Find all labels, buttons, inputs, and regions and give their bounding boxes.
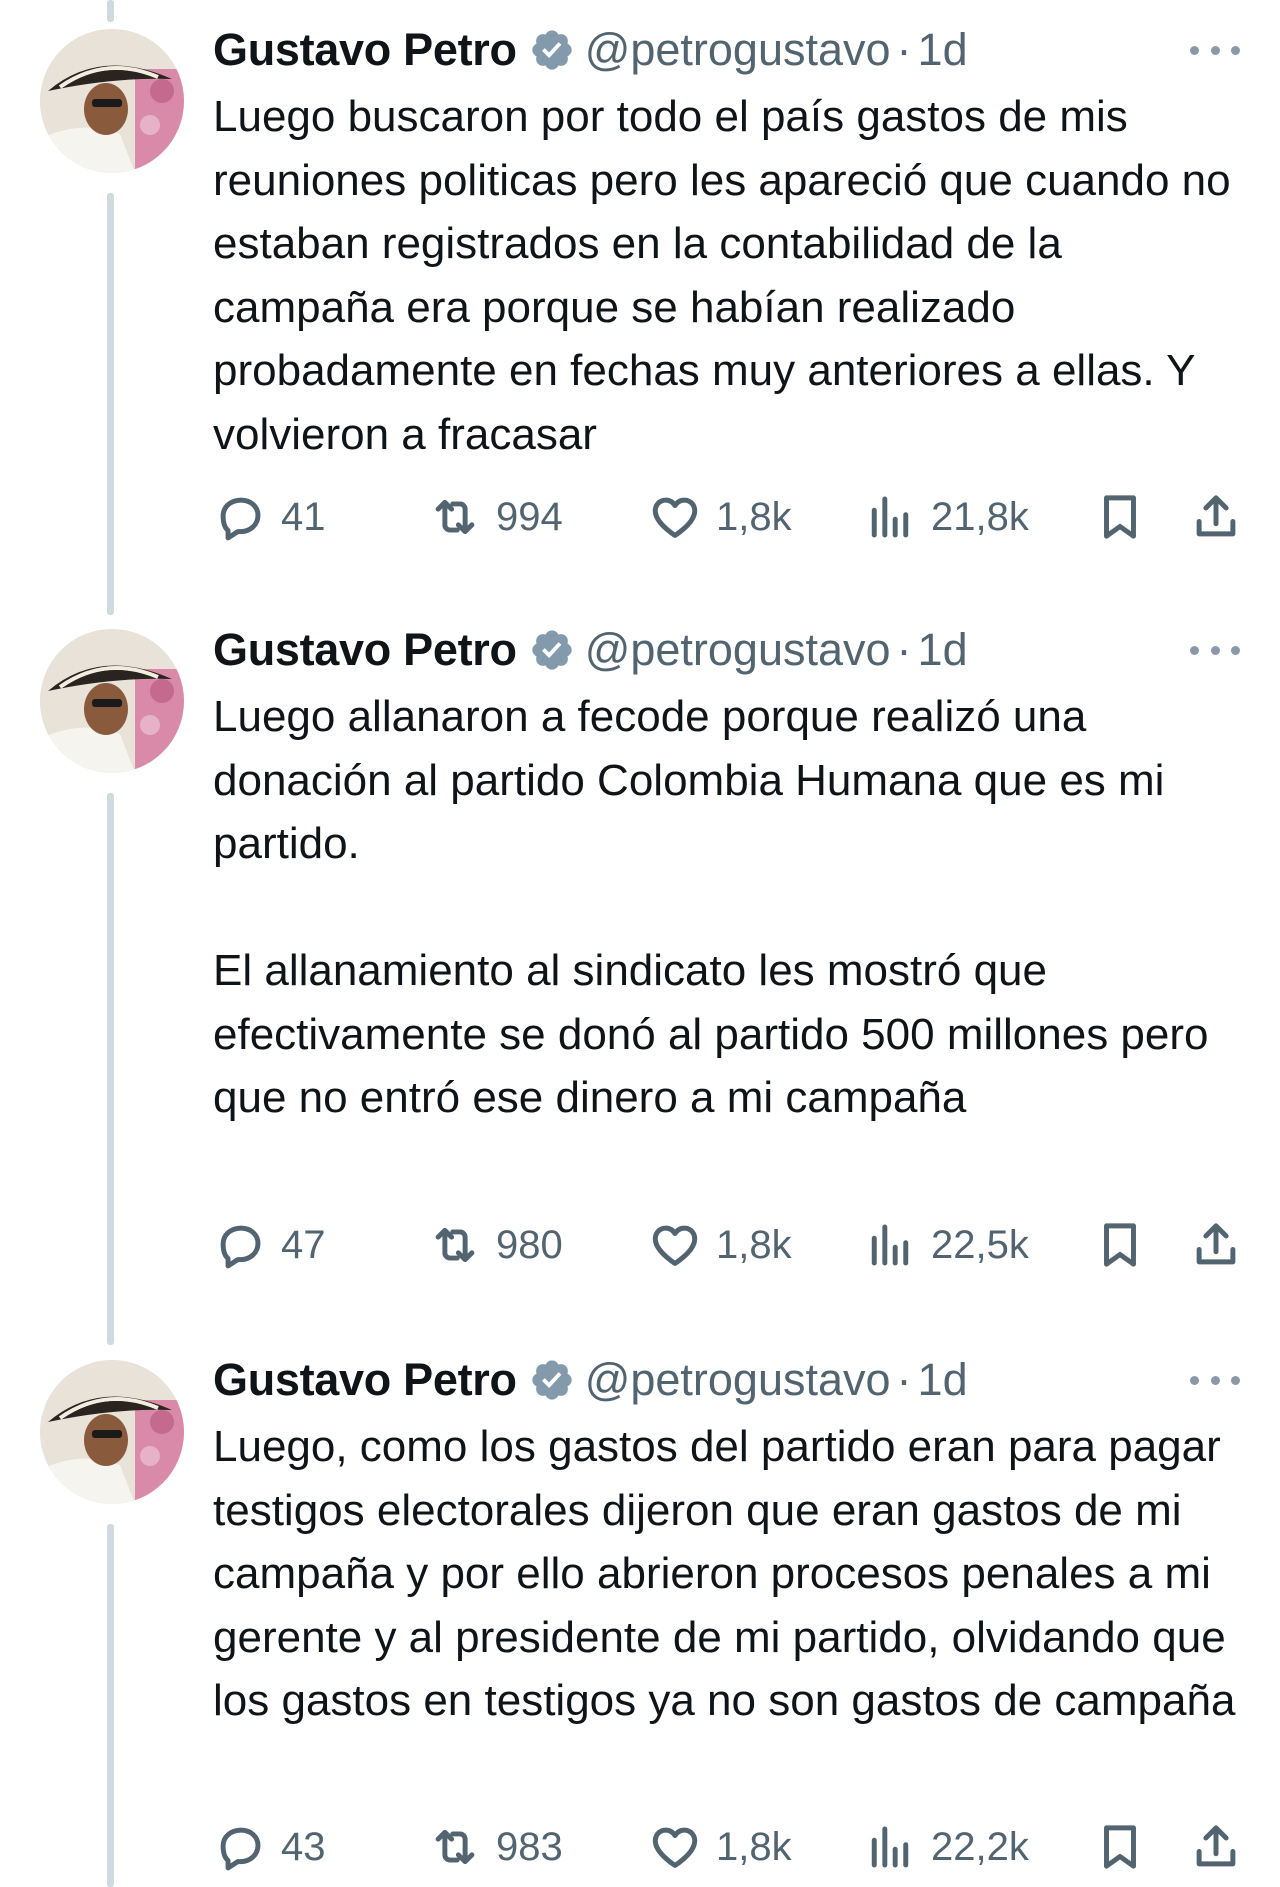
avatar-photo <box>40 29 184 173</box>
share-icon <box>1196 1223 1236 1265</box>
bookmark-icon <box>1104 1223 1136 1267</box>
more-options-icon[interactable] <box>1190 640 1240 660</box>
views-icon <box>871 1224 909 1266</box>
reply-count: 47 <box>281 1222 326 1267</box>
retweet-button[interactable]: 983 <box>428 1817 563 1877</box>
author-handle[interactable]: @petrogustavo <box>585 24 891 76</box>
views-button[interactable]: 22,5k <box>863 1215 1029 1275</box>
retweet-button[interactable]: 980 <box>428 1215 563 1275</box>
share-icon <box>1196 1825 1236 1867</box>
reply-button[interactable]: 41 <box>213 487 326 547</box>
bookmark-icon <box>1104 495 1136 539</box>
reply-button[interactable]: 43 <box>213 1817 326 1877</box>
tweet-text: Luego, como los gastos del partido eran … <box>213 1422 1238 1725</box>
avatar[interactable] <box>40 629 184 773</box>
like-count: 1,8k <box>716 1222 792 1267</box>
tweet-text: Luego buscaron por todo el país gastos d… <box>213 92 1243 459</box>
more-options-icon[interactable] <box>1190 1370 1240 1390</box>
thread-line <box>107 193 114 615</box>
verified-badge-icon <box>529 27 575 73</box>
author-name[interactable]: Gustavo Petro <box>213 24 517 76</box>
views-icon <box>871 1826 909 1868</box>
timestamp[interactable]: 1d <box>918 1354 968 1406</box>
views-count: 22,2k <box>931 1824 1029 1869</box>
like-button[interactable]: 1,8k <box>648 1215 792 1275</box>
tweet-actions: 43 983 1,8k 22,2k <box>213 1817 1243 1877</box>
separator-dot: · <box>896 1354 912 1405</box>
author-name[interactable]: Gustavo Petro <box>213 1354 517 1406</box>
thread-line <box>107 793 114 1345</box>
reply-icon <box>220 497 261 541</box>
retweet-count: 983 <box>496 1824 563 1869</box>
verified-badge-icon <box>529 1357 575 1403</box>
avatar[interactable] <box>40 29 184 173</box>
retweet-icon <box>435 1829 475 1865</box>
avatar-photo <box>40 629 184 773</box>
reply-icon <box>220 1827 261 1871</box>
separator-dot: · <box>896 24 912 75</box>
tweet-header: Gustavo Petro @petrogustavo · 1d <box>213 18 968 82</box>
views-count: 22,5k <box>931 1222 1029 1267</box>
like-count: 1,8k <box>716 1824 792 1869</box>
reply-count: 41 <box>281 494 326 539</box>
share-icon <box>1196 495 1236 537</box>
reply-icon <box>220 1225 261 1269</box>
avatar-photo <box>40 1360 184 1504</box>
retweet-button[interactable]: 994 <box>428 487 563 547</box>
share-button[interactable] <box>1189 487 1243 547</box>
tweet-actions: 41 994 1,8k 21,8k <box>213 487 1243 547</box>
like-button[interactable]: 1,8k <box>648 1817 792 1877</box>
retweet-icon <box>435 499 475 535</box>
timestamp[interactable]: 1d <box>918 624 968 676</box>
like-count: 1,8k <box>716 494 792 539</box>
bookmark-button[interactable] <box>1093 1215 1147 1275</box>
reply-count: 43 <box>281 1824 326 1869</box>
author-name[interactable]: Gustavo Petro <box>213 624 517 676</box>
author-handle[interactable]: @petrogustavo <box>585 1354 891 1406</box>
heart-icon <box>652 497 698 538</box>
more-options-icon[interactable] <box>1190 40 1240 60</box>
reply-button[interactable]: 47 <box>213 1215 326 1275</box>
separator-dot: · <box>896 624 912 675</box>
like-button[interactable]: 1,8k <box>648 487 792 547</box>
bookmark-button[interactable] <box>1093 1817 1147 1877</box>
bookmark-icon <box>1104 1825 1136 1869</box>
tweet-actions: 47 980 1,8k 22,5k <box>213 1215 1243 1275</box>
heart-icon <box>652 1827 698 1868</box>
views-button[interactable]: 22,2k <box>863 1817 1029 1877</box>
thread-line <box>107 1524 114 1887</box>
tweet-header: Gustavo Petro @petrogustavo · 1d <box>213 618 968 682</box>
retweet-count: 980 <box>496 1222 563 1267</box>
share-button[interactable] <box>1189 1215 1243 1275</box>
heart-icon <box>652 1225 698 1266</box>
views-icon <box>871 496 909 538</box>
views-count: 21,8k <box>931 494 1029 539</box>
author-handle[interactable]: @petrogustavo <box>585 624 891 676</box>
timestamp[interactable]: 1d <box>918 24 968 76</box>
avatar[interactable] <box>40 1360 184 1504</box>
thread-line <box>107 0 114 22</box>
tweet-header: Gustavo Petro @petrogustavo · 1d <box>213 1348 968 1412</box>
tweet-text: Luego allanaron a fecode porque realizó … <box>213 692 1209 1122</box>
bookmark-button[interactable] <box>1093 487 1147 547</box>
retweet-icon <box>435 1227 475 1263</box>
verified-badge-icon <box>529 627 575 673</box>
share-button[interactable] <box>1189 1817 1243 1877</box>
views-button[interactable]: 21,8k <box>863 487 1029 547</box>
retweet-count: 994 <box>496 494 563 539</box>
